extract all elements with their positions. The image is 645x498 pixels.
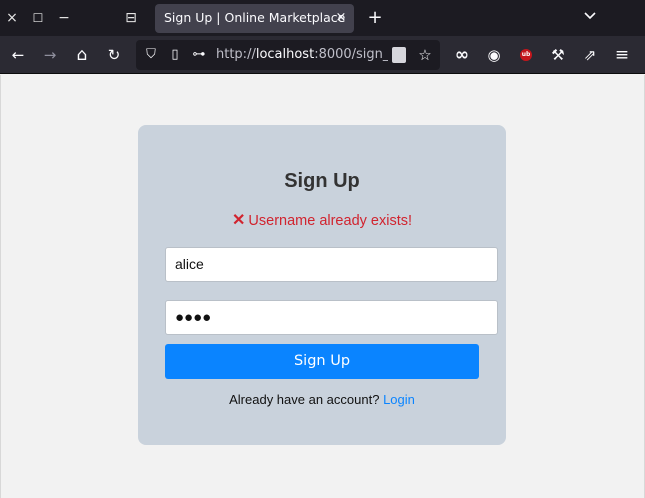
window-minimize-icon[interactable]: − (54, 8, 74, 28)
page-content: Sign Up ✕ Username already exists! alice … (0, 75, 645, 498)
tools-icon[interactable]: ⚒ (548, 45, 568, 65)
browser-tab-bar: × ☐ − ⊟ Sign Up | Online Marketplace × + (0, 0, 645, 36)
navigation-toolbar: ← → ⌂ ↻ ⛉ ▯ ⊶ http://localhost:8000/sign… (0, 36, 645, 74)
window-maximize-icon[interactable]: ☐ (28, 8, 48, 28)
window-close-icon[interactable]: × (2, 8, 22, 28)
login-prompt: Already have an account? Login (138, 392, 506, 407)
password-field[interactable]: ●●●● (165, 300, 498, 335)
error-text: Username already exists! (248, 213, 412, 229)
tab-close-icon[interactable]: × (334, 9, 348, 27)
signup-card: Sign Up ✕ Username already exists! alice … (138, 125, 506, 445)
back-icon[interactable]: ← (8, 45, 28, 65)
tab-overview-icon[interactable]: ⊟ (121, 8, 141, 28)
sign-up-button[interactable]: Sign Up (165, 344, 479, 379)
infinity-extension-icon[interactable]: ∞ (452, 45, 472, 65)
new-tab-icon[interactable]: + (365, 8, 385, 28)
page-info-icon[interactable]: ▯ (166, 45, 184, 65)
login-prompt-text: Already have an account? (229, 392, 380, 407)
account-icon[interactable]: ◉ (484, 45, 504, 65)
url-text[interactable]: http://localhost:8000/sign_ (216, 47, 388, 62)
page-title: Sign Up (284, 170, 360, 192)
key-icon[interactable]: ⊶ (190, 45, 208, 65)
bookmark-star-icon[interactable]: ☆ (416, 45, 434, 65)
url-rest: :8000/sign_ (314, 47, 388, 62)
login-link[interactable]: Login (383, 392, 415, 407)
tab-title: Sign Up | Online Marketplace (164, 10, 346, 25)
home-icon[interactable]: ⌂ (72, 45, 92, 65)
error-x-icon: ✕ (232, 212, 246, 229)
ublock-icon[interactable]: ub (520, 49, 532, 61)
menu-icon[interactable]: ≡ (612, 45, 632, 65)
tab-list-chevron-icon[interactable] (580, 8, 600, 28)
chevron-down-icon (584, 12, 596, 20)
username-field[interactable]: alice (165, 247, 498, 282)
url-bar[interactable]: ⛉ ▯ ⊶ http://localhost:8000/sign_ ☆ (136, 40, 440, 70)
reload-icon[interactable]: ↻ (104, 45, 124, 65)
url-prefix: http:// (216, 47, 256, 62)
forward-icon[interactable]: → (40, 45, 60, 65)
url-domain: localhost (255, 47, 315, 62)
error-message: ✕ Username already exists! (138, 210, 506, 230)
reader-view-icon[interactable] (392, 47, 406, 63)
shield-icon[interactable]: ⛉ (142, 45, 160, 65)
active-tab[interactable]: Sign Up | Online Marketplace × (155, 4, 354, 33)
extensions-icon[interactable]: ⇗ (580, 45, 600, 65)
